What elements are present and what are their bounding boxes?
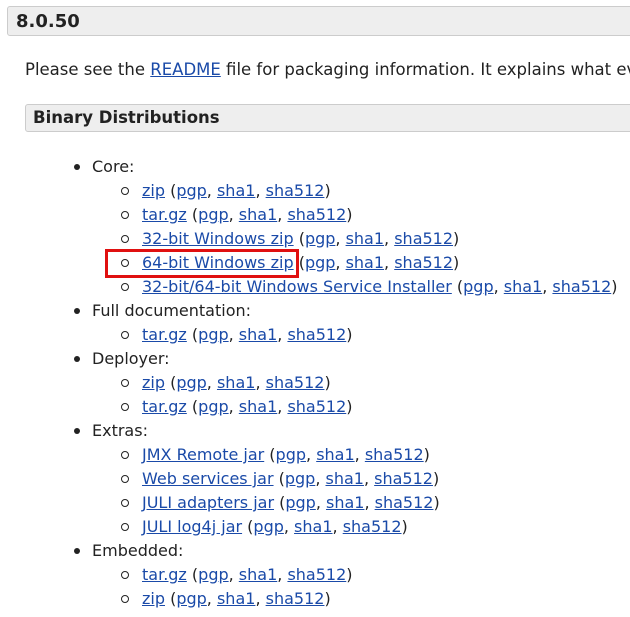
download-item-juli-adapters-jar: JULI adapters jar (pgp, sha1, sha512) bbox=[92, 491, 618, 515]
download-item-zip: zip (pgp, sha1, sha512) bbox=[92, 587, 618, 611]
pgp-link[interactable]: pgp bbox=[463, 277, 493, 296]
download-link-32-bit-windows-zip[interactable]: 32-bit Windows zip bbox=[142, 229, 294, 248]
sha1-link[interactable]: sha1 bbox=[346, 229, 384, 248]
version-header: 8.0.50 bbox=[7, 6, 630, 36]
download-link-zip[interactable]: zip bbox=[142, 589, 165, 608]
category-deployer: Deployer: zip (pgp, sha1, sha512) tar.gz (… bbox=[0, 347, 618, 419]
download-item-tar-gz: tar.gz (pgp, sha1, sha512) bbox=[92, 395, 618, 419]
download-link-tar-gz[interactable]: tar.gz bbox=[142, 325, 187, 344]
download-item-32-bit-windows-zip: 32-bit Windows zip (pgp, sha1, sha512) bbox=[92, 227, 618, 251]
pgp-link[interactable]: pgp bbox=[276, 445, 306, 464]
category-core: Core: zip (pgp, sha1, sha512) tar.gz (pgp,… bbox=[0, 155, 618, 299]
sha1-link[interactable]: sha1 bbox=[294, 517, 332, 536]
download-item-web-services-jar: Web services jar (pgp, sha1, sha512) bbox=[92, 467, 618, 491]
download-link-juli-adapters-jar[interactable]: JULI adapters jar bbox=[142, 493, 274, 512]
sha1-link[interactable]: sha1 bbox=[346, 253, 384, 272]
sha512-link[interactable]: sha512 bbox=[266, 181, 325, 200]
sha1-link[interactable]: sha1 bbox=[239, 565, 277, 584]
download-link-zip[interactable]: zip bbox=[142, 181, 165, 200]
category-items: tar.gz (pgp, sha1, sha512) bbox=[92, 323, 618, 347]
intro-prefix: Please see the bbox=[25, 60, 151, 79]
distribution-list: Core: zip (pgp, sha1, sha512) tar.gz (pgp,… bbox=[0, 155, 618, 611]
sha512-link[interactable]: sha512 bbox=[394, 253, 453, 272]
binary-distributions-header: Binary Distributions bbox=[25, 104, 630, 132]
sha1-link[interactable]: sha1 bbox=[239, 397, 277, 416]
download-link-juli-log4j-jar[interactable]: JULI log4j jar bbox=[142, 517, 242, 536]
section-title: Binary Distributions bbox=[33, 108, 220, 127]
sha1-link[interactable]: sha1 bbox=[316, 445, 354, 464]
download-link-tar-gz[interactable]: tar.gz bbox=[142, 565, 187, 584]
category-embedded: Embedded: tar.gz (pgp, sha1, sha512) zip (… bbox=[0, 539, 618, 611]
sha1-link[interactable]: sha1 bbox=[239, 325, 277, 344]
download-link-32-bit-64-bit-windows-service-installer[interactable]: 32-bit/64-bit Windows Service Installer bbox=[142, 277, 452, 296]
sha1-link[interactable]: sha1 bbox=[217, 181, 255, 200]
pgp-link[interactable]: pgp bbox=[176, 373, 206, 392]
pgp-link[interactable]: pgp bbox=[198, 325, 228, 344]
pgp-link[interactable]: pgp bbox=[305, 229, 335, 248]
category-items: zip (pgp, sha1, sha512) tar.gz (pgp, sha1… bbox=[92, 371, 618, 419]
sha512-link[interactable]: sha512 bbox=[287, 397, 346, 416]
download-link-zip[interactable]: zip bbox=[142, 373, 165, 392]
sha512-link[interactable]: sha512 bbox=[287, 205, 346, 224]
download-item-zip: zip (pgp, sha1, sha512) bbox=[92, 371, 618, 395]
intro-suffix: file for packaging information. It expla… bbox=[220, 60, 630, 79]
pgp-link[interactable]: pgp bbox=[198, 397, 228, 416]
category-label: Core: bbox=[92, 157, 135, 176]
download-link-64-bit-windows-zip[interactable]: 64-bit Windows zip bbox=[142, 253, 294, 272]
sha1-link[interactable]: sha1 bbox=[217, 373, 255, 392]
download-item-juli-log4j-jar: JULI log4j jar (pgp, sha1, sha512) bbox=[92, 515, 618, 539]
version-title: 8.0.50 bbox=[16, 11, 80, 32]
sha512-link[interactable]: sha512 bbox=[287, 325, 346, 344]
sha512-link[interactable]: sha512 bbox=[343, 517, 402, 536]
readme-link[interactable]: README bbox=[150, 60, 221, 79]
pgp-link[interactable]: pgp bbox=[176, 181, 206, 200]
download-link-tar-gz[interactable]: tar.gz bbox=[142, 205, 187, 224]
download-item-tar-gz: tar.gz (pgp, sha1, sha512) bbox=[92, 203, 618, 227]
pgp-link[interactable]: pgp bbox=[176, 589, 206, 608]
sha1-link[interactable]: sha1 bbox=[326, 493, 364, 512]
sha512-link[interactable]: sha512 bbox=[365, 445, 424, 464]
sha512-link[interactable]: sha512 bbox=[266, 589, 325, 608]
download-link-jmx-remote-jar[interactable]: JMX Remote jar bbox=[142, 445, 264, 464]
category-full-documentation: Full documentation: tar.gz (pgp, sha1, sh… bbox=[0, 299, 618, 347]
download-link-web-services-jar[interactable]: Web services jar bbox=[142, 469, 274, 488]
category-items: zip (pgp, sha1, sha512) tar.gz (pgp, sha1… bbox=[92, 179, 618, 299]
pgp-link[interactable]: pgp bbox=[285, 493, 315, 512]
pgp-link[interactable]: pgp bbox=[253, 517, 283, 536]
sha1-link[interactable]: sha1 bbox=[239, 205, 277, 224]
category-label: Deployer: bbox=[92, 349, 170, 368]
sha1-link[interactable]: sha1 bbox=[504, 277, 542, 296]
download-item-jmx-remote-jar: JMX Remote jar (pgp, sha1, sha512) bbox=[92, 443, 618, 467]
download-item-64-bit-windows-zip: 64-bit Windows zip (pgp, sha1, sha512) bbox=[92, 251, 618, 275]
category-label: Embedded: bbox=[92, 541, 184, 560]
sha512-link[interactable]: sha512 bbox=[266, 373, 325, 392]
pgp-link[interactable]: pgp bbox=[285, 469, 315, 488]
sha1-link[interactable]: sha1 bbox=[217, 589, 255, 608]
category-label: Extras: bbox=[92, 421, 148, 440]
pgp-link[interactable]: pgp bbox=[198, 205, 228, 224]
download-link-tar-gz[interactable]: tar.gz bbox=[142, 397, 187, 416]
category-items: tar.gz (pgp, sha1, sha512) zip (pgp, sha1… bbox=[92, 563, 618, 611]
sha512-link[interactable]: sha512 bbox=[375, 493, 434, 512]
sha512-link[interactable]: sha512 bbox=[552, 277, 611, 296]
sha512-link[interactable]: sha512 bbox=[394, 229, 453, 248]
category-items: JMX Remote jar (pgp, sha1, sha512) Web se… bbox=[92, 443, 618, 539]
download-item-32-bit-64-bit-windows-service-installer: 32-bit/64-bit Windows Service Installer … bbox=[92, 275, 618, 299]
pgp-link[interactable]: pgp bbox=[305, 253, 335, 272]
intro-paragraph: Please see the README file for packaging… bbox=[25, 60, 630, 79]
category-label: Full documentation: bbox=[92, 301, 252, 320]
pgp-link[interactable]: pgp bbox=[198, 565, 228, 584]
download-item-tar-gz: tar.gz (pgp, sha1, sha512) bbox=[92, 323, 618, 347]
download-item-tar-gz: tar.gz (pgp, sha1, sha512) bbox=[92, 563, 618, 587]
download-item-zip: zip (pgp, sha1, sha512) bbox=[92, 179, 618, 203]
category-extras: Extras: JMX Remote jar (pgp, sha1, sha512… bbox=[0, 419, 618, 539]
sha512-link[interactable]: sha512 bbox=[287, 565, 346, 584]
sha1-link[interactable]: sha1 bbox=[326, 469, 364, 488]
sha512-link[interactable]: sha512 bbox=[374, 469, 433, 488]
